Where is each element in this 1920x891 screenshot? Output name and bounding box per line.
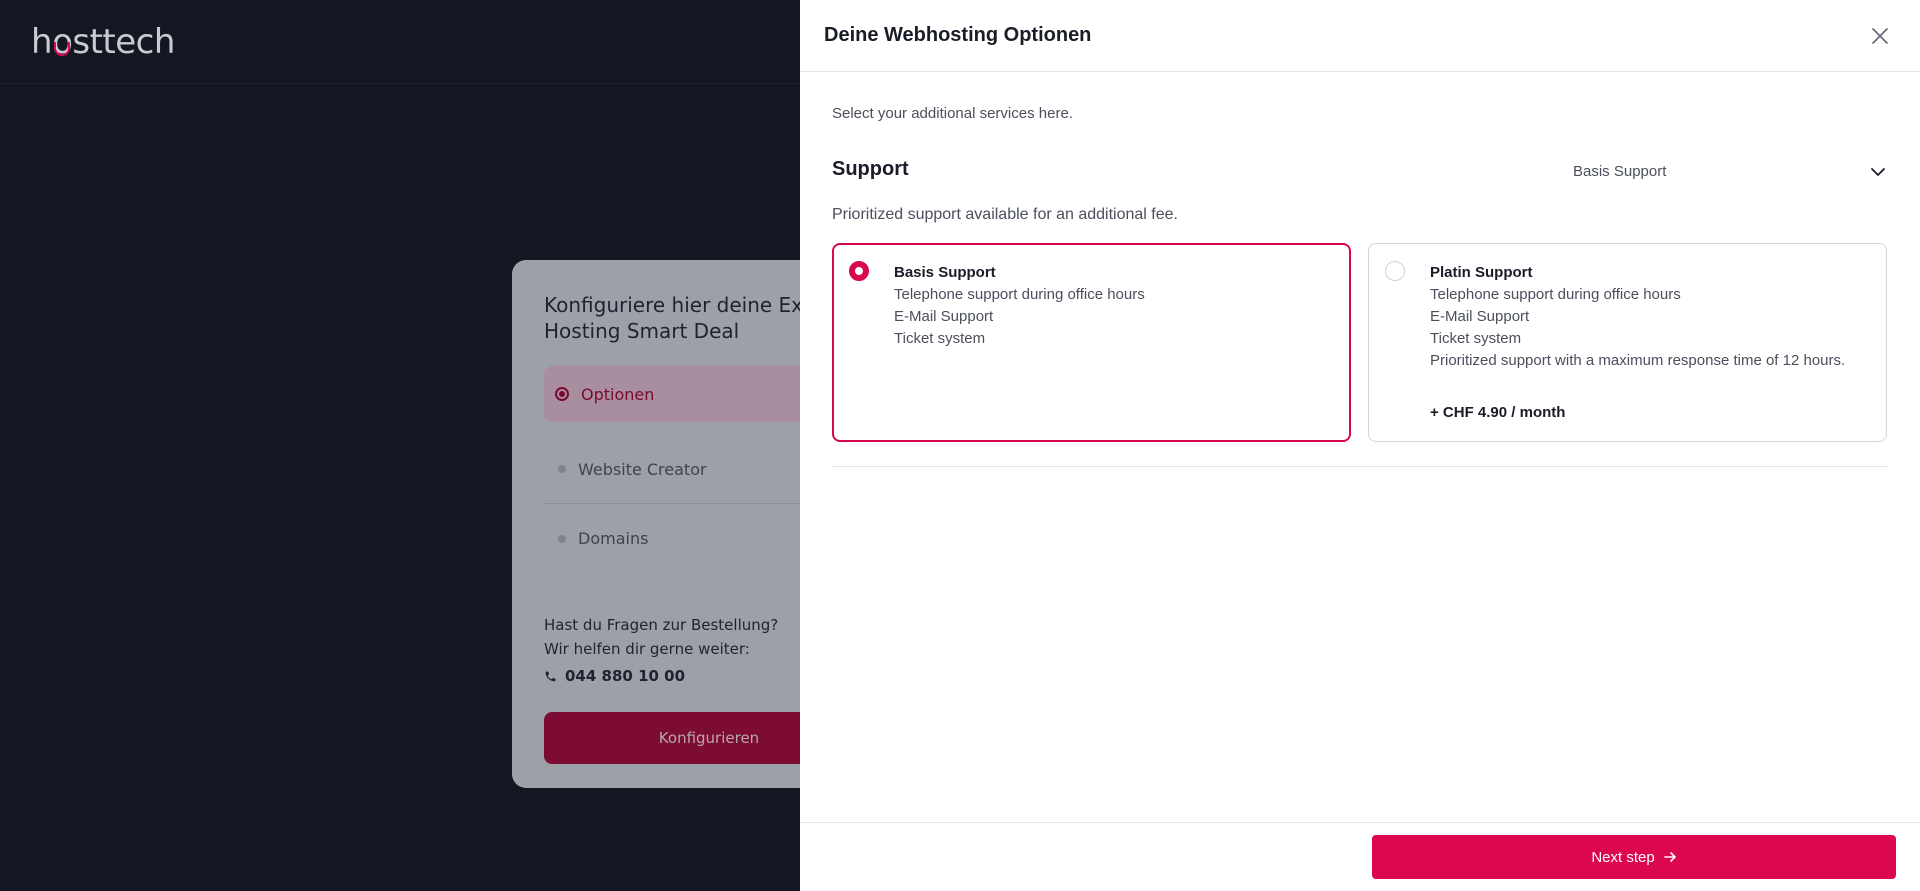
next-step-label: Next step	[1591, 848, 1655, 866]
step-label: Website Creator	[578, 459, 707, 479]
option-basis-support[interactable]: Basis Support Telephone support during o…	[832, 243, 1351, 442]
option-name: Platin Support	[1430, 264, 1533, 281]
phone-icon	[545, 671, 556, 681]
drawer-body: Select your additional services here. Su…	[800, 72, 1920, 467]
option-price: + CHF 4.90 / month	[1430, 404, 1566, 421]
step-dot-icon	[558, 465, 566, 473]
logo-text-start: h	[31, 22, 53, 62]
logo-text-end: sttech	[72, 22, 175, 62]
support-dropdown-value: Basis Support	[1573, 163, 1667, 180]
close-button[interactable]	[1868, 24, 1892, 48]
option-feature: Ticket system	[894, 330, 986, 347]
support-description: Prioritized support available for an add…	[832, 206, 1178, 223]
support-section-header: Support Basis Support	[832, 158, 1888, 186]
step-label: Domains	[578, 529, 649, 548]
option-feature: Prioritized support with a maximum respo…	[1430, 352, 1846, 369]
option-feature: E-Mail Support	[1430, 308, 1530, 325]
phone-number: 044 880 10 00	[565, 667, 686, 685]
radio-unselected[interactable]	[1385, 261, 1405, 281]
option-name: Basis Support	[894, 264, 996, 281]
option-feature: E-Mail Support	[894, 308, 994, 325]
step-label: Optionen	[581, 384, 655, 404]
close-icon	[1872, 28, 1888, 44]
next-step-button[interactable]: Next step	[1372, 835, 1896, 879]
step-active-dot-icon	[555, 387, 569, 401]
option-feature: Telephone support during office hours	[894, 286, 1145, 303]
arrow-right-icon	[1663, 852, 1676, 862]
logo-text-o: o	[52, 22, 73, 62]
support-dropdown[interactable]: Basis Support	[1573, 160, 1888, 184]
option-feature: Ticket system	[1430, 330, 1522, 347]
support-options: Basis Support Telephone support during o…	[832, 243, 1888, 442]
options-drawer: Deine Webhosting Optionen Select your ad…	[800, 0, 1920, 891]
drawer-title: Deine Webhosting Optionen	[824, 24, 1092, 46]
section-divider	[832, 466, 1888, 467]
drawer-header: Deine Webhosting Optionen	[800, 0, 1920, 72]
option-feature: Telephone support during office hours	[1430, 286, 1681, 303]
hosttech-logo[interactable]: hosttech	[31, 22, 175, 62]
drawer-intro: Select your additional services here.	[832, 105, 1073, 122]
option-platin-support[interactable]: Platin Support Telephone support during …	[1368, 243, 1887, 442]
chevron-down-icon	[1871, 168, 1885, 176]
radio-selected[interactable]	[849, 261, 869, 281]
step-dot-icon	[558, 534, 566, 543]
drawer-footer: Next step	[800, 822, 1920, 891]
